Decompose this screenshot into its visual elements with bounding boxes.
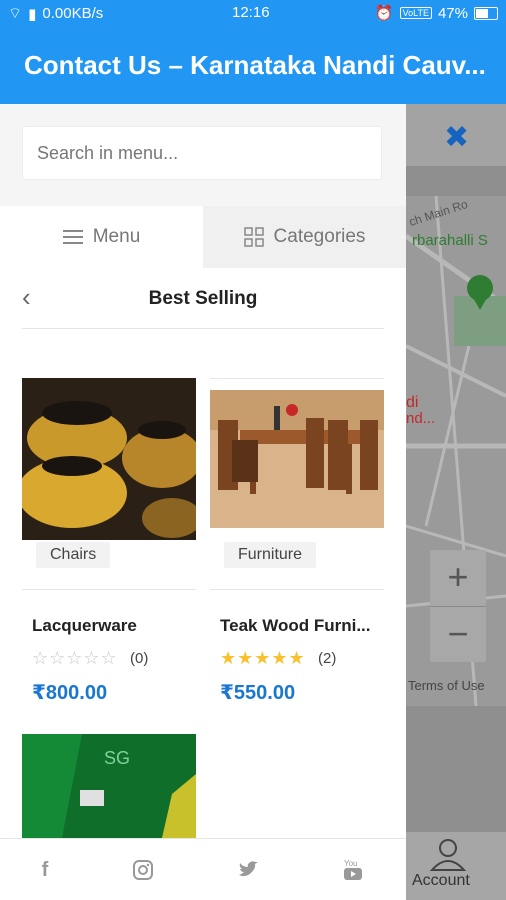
section-title: Best Selling — [148, 288, 258, 309]
search-input[interactable]: Search in menu... — [22, 126, 382, 180]
review-count: (0) — [130, 650, 149, 667]
zoom-in-button[interactable]: + — [430, 550, 486, 606]
alarm-icon: ⏰ — [374, 5, 394, 22]
status-left: ⌔ ▮ 0.00KB/s — [8, 4, 103, 23]
search-area: Search in menu... — [0, 104, 406, 206]
account-tab[interactable]: Account — [406, 832, 506, 900]
close-bar: ✖ — [406, 104, 506, 166]
status-bar: ⌔ ▮ 0.00KB/s 12:16 ⏰ VoLTE 47% — [0, 0, 506, 26]
battery-icon — [474, 6, 498, 20]
zoom-controls: + − — [430, 550, 486, 662]
card-divider — [210, 589, 384, 590]
product-image[interactable] — [210, 390, 384, 528]
product-price: ₹800.00 — [32, 682, 108, 704]
side-drawer: Search in menu... Menu Categories ‹ Best… — [0, 104, 406, 900]
card-divider — [22, 589, 196, 590]
app-bar: Contact Us – Karnataka Nandi Cauv... — [0, 26, 506, 104]
clock: 12:16 — [232, 4, 270, 21]
user-icon — [429, 839, 467, 871]
product-image[interactable] — [22, 378, 196, 540]
review-count: (2) — [318, 650, 337, 667]
card-top-divider — [210, 378, 384, 379]
youtube-icon[interactable]: You — [342, 858, 364, 882]
account-label: Account — [412, 872, 470, 889]
place-label: rbarahalli S — [412, 232, 488, 249]
product-name[interactable]: Teak Wood Furni... — [220, 616, 371, 636]
rating-stars: ☆☆☆☆☆ — [32, 648, 118, 668]
facebook-icon[interactable]: f — [42, 859, 49, 882]
uniform-image: SG — [22, 734, 196, 838]
tab-menu[interactable]: Menu — [0, 206, 203, 268]
section-header: ‹ Best Selling — [22, 268, 384, 329]
battery-percent: 47% — [437, 4, 468, 22]
category-tag[interactable]: Chairs — [36, 542, 111, 568]
zoom-out-button[interactable]: − — [430, 607, 486, 663]
volte-badge: VoLTE — [399, 7, 432, 19]
tab-categories-label: Categories — [273, 226, 366, 247]
wifi-icon: ⌔ — [8, 5, 23, 22]
teak-furniture-image — [210, 390, 384, 528]
product-image-uniform[interactable]: SG — [22, 734, 196, 838]
lacquerware-image — [22, 378, 196, 540]
grid-icon — [243, 227, 264, 247]
close-icon[interactable]: ✖ — [444, 120, 469, 155]
rating-stars: ★★★★★ — [220, 648, 306, 668]
network-speed: 0.00KB/s — [42, 5, 104, 22]
product-name[interactable]: Lacquerware — [32, 616, 137, 636]
page-title: Contact Us – Karnataka Nandi Cauv... — [24, 50, 486, 80]
social-footer: f You — [0, 838, 406, 900]
drawer-tabs: Menu Categories — [0, 206, 406, 268]
tab-menu-label: Menu — [92, 226, 141, 247]
hamburger-icon — [62, 230, 83, 244]
product-price: ₹550.00 — [220, 682, 296, 704]
twitter-icon[interactable] — [237, 860, 259, 880]
svg-text:You: You — [344, 859, 358, 868]
background-page: ✖ ch Main Ro rbarahalli S di nd... + − T… — [406, 104, 506, 900]
category-tag[interactable]: Furniture — [224, 542, 317, 568]
tab-categories[interactable]: Categories — [203, 206, 406, 268]
signal-icon: ▮ — [28, 5, 37, 23]
place-label-red-2: nd... — [406, 410, 436, 427]
svg-text:SG: SG — [104, 748, 130, 768]
terms-of-use-link[interactable]: Terms of Use — [408, 678, 485, 693]
status-right: ⏰ VoLTE 47% — [375, 4, 498, 22]
instagram-icon[interactable] — [132, 859, 154, 881]
